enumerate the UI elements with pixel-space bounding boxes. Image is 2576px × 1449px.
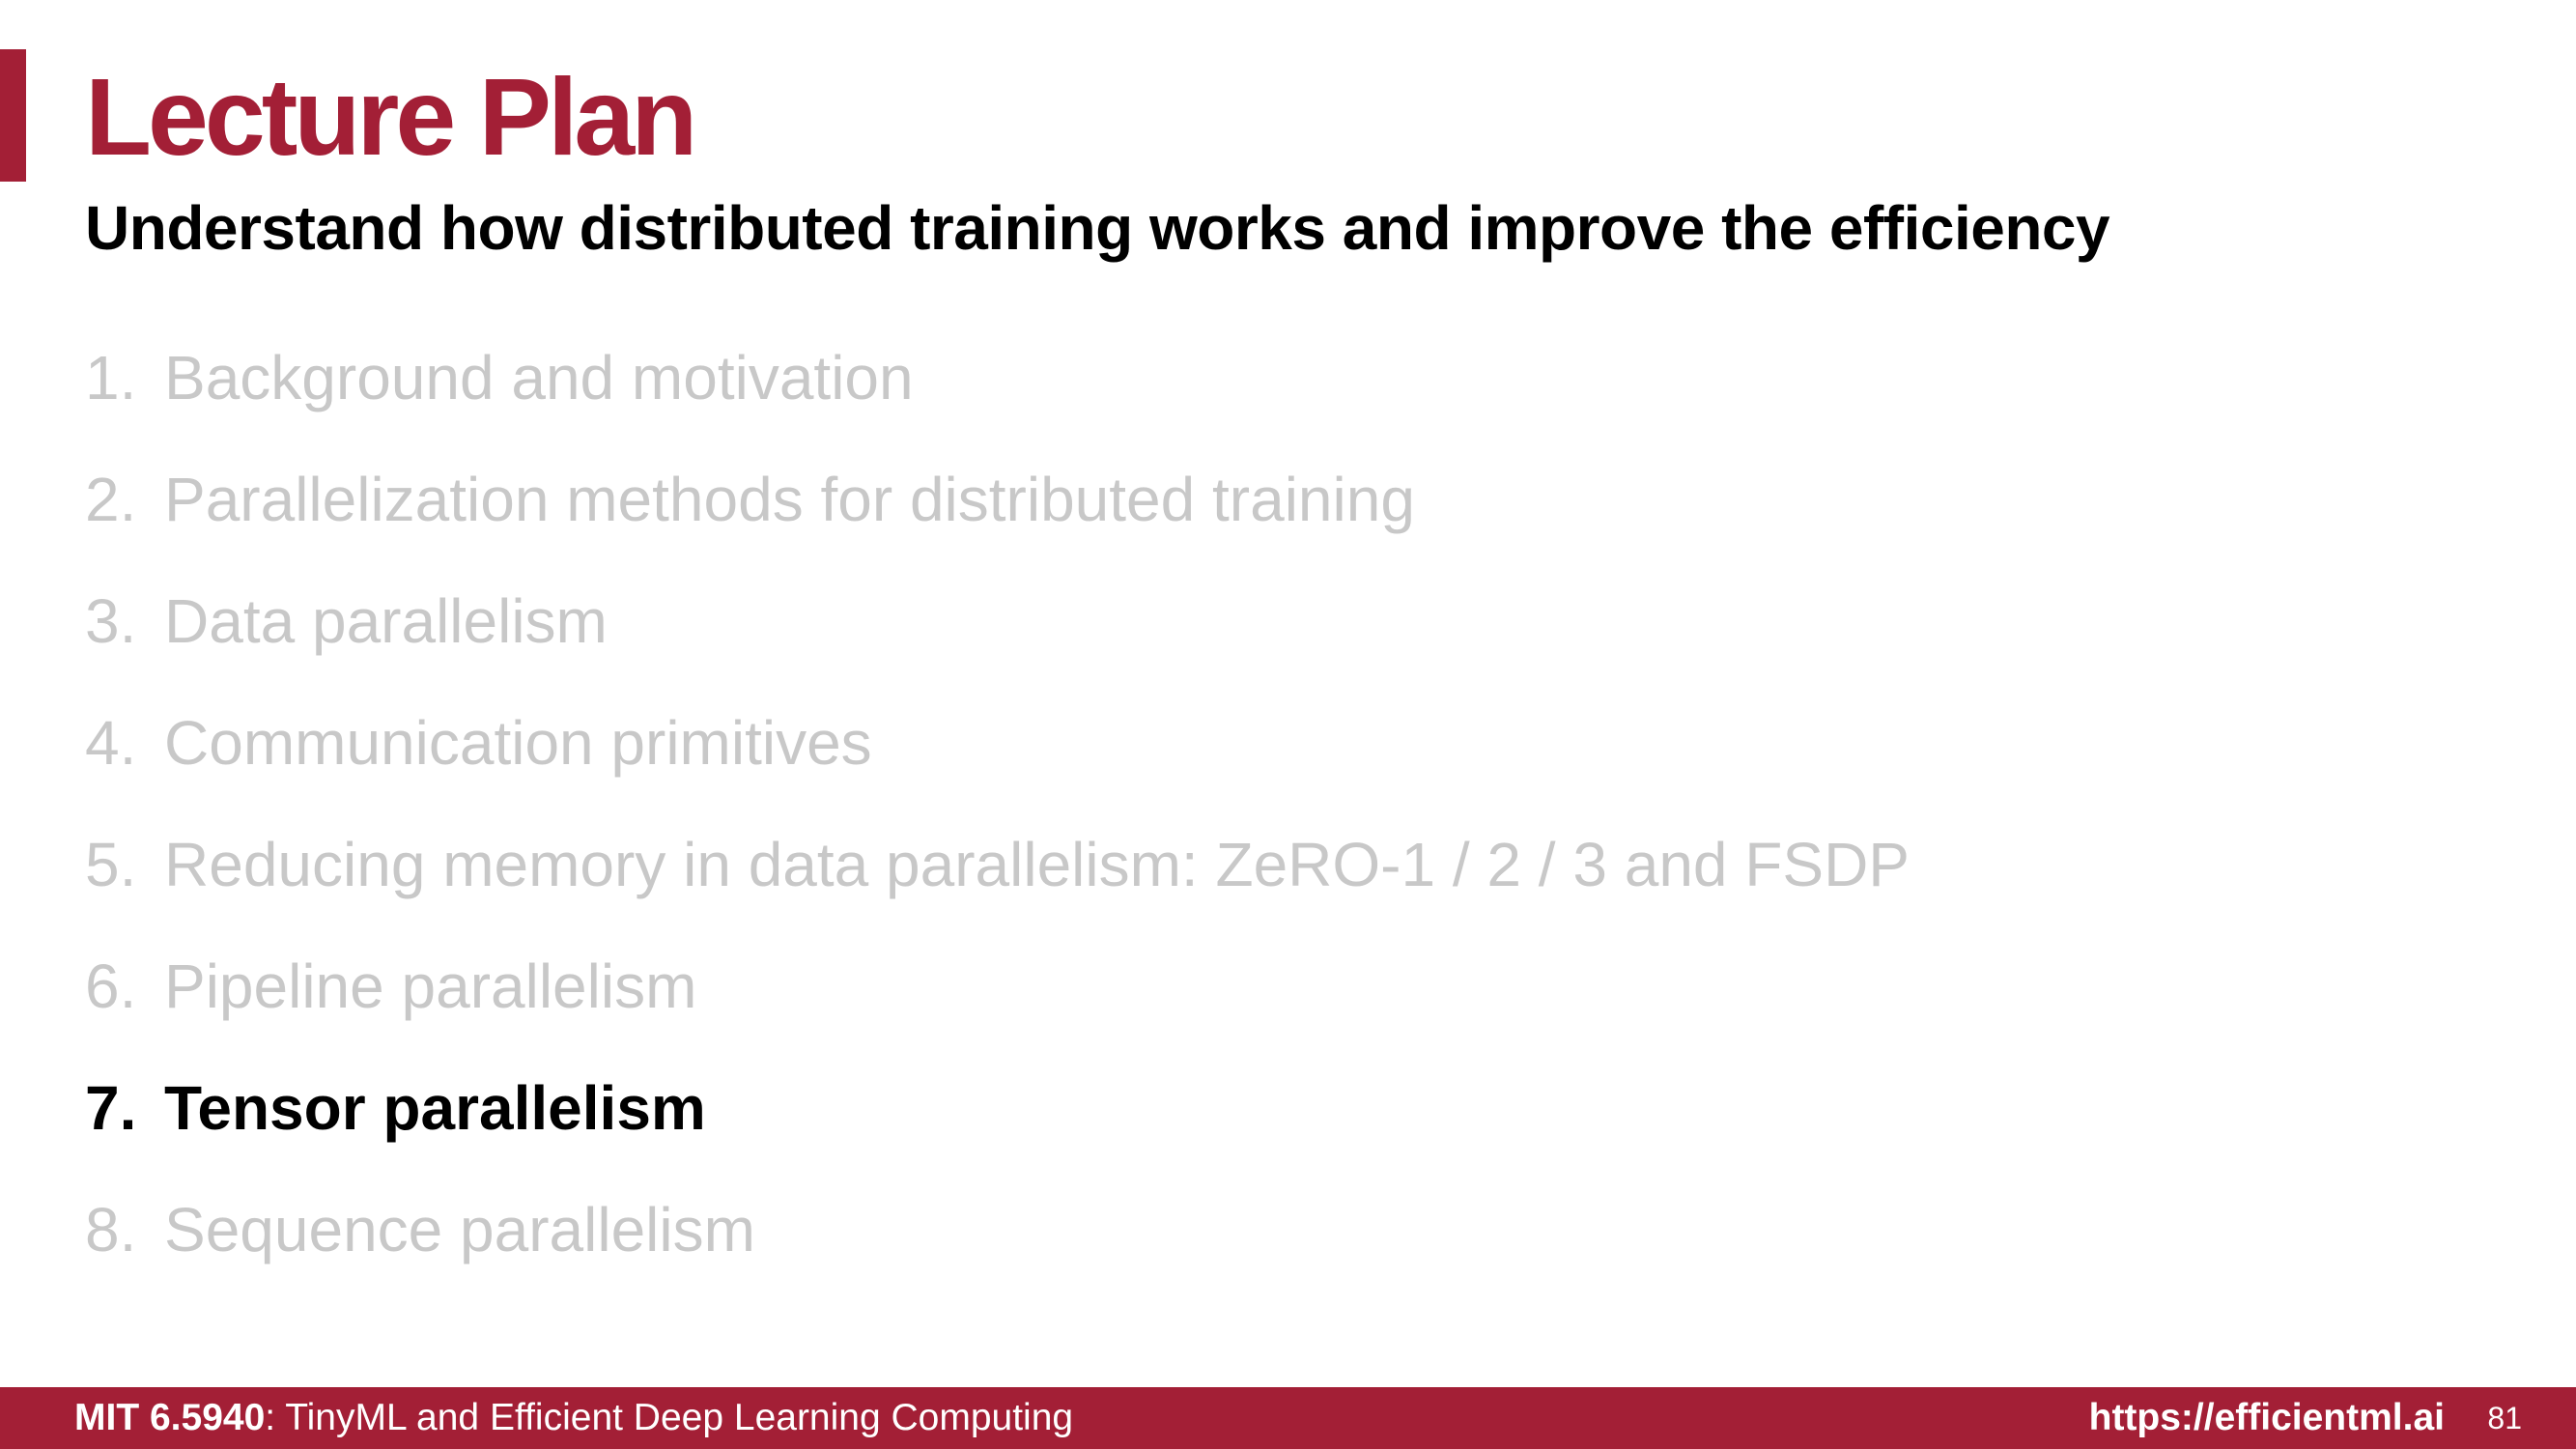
plan-item-number: 6. [85,952,137,1021]
page-number: 81 [2487,1401,2522,1435]
slide-subtitle: Understand how distributed training work… [85,193,2110,263]
course-name: : TinyML and Efficient Deep Learning Com… [265,1397,1074,1438]
plan-item-text: Tensor parallelism [164,1073,706,1143]
plan-item-2: 2. Parallelization methods for distribut… [85,439,1910,560]
plan-item-number: 7. [85,1073,137,1143]
course-website-link[interactable]: https://efficientml.ai [2089,1387,2445,1449]
plan-item-text: Data parallelism [164,586,608,656]
footer-bar: MIT 6.5940: TinyML and Efficient Deep Le… [0,1387,2576,1449]
plan-item-4: 4. Communication primitives [85,682,1910,804]
plan-item-number: 5. [85,830,137,899]
plan-item-text: Communication primitives [164,708,872,778]
footer-course: MIT 6.5940: TinyML and Efficient Deep Le… [74,1387,1073,1449]
course-code: MIT 6.5940 [74,1397,266,1438]
plan-item-3: 3. Data parallelism [85,560,1910,682]
plan-item-number: 2. [85,465,137,534]
slide-title: Lecture Plan [85,56,697,178]
plan-item-text: Background and motivation [164,343,914,412]
plan-item-text: Sequence parallelism [164,1195,755,1264]
plan-item-8: 8. Sequence parallelism [85,1169,1910,1291]
plan-item-6: 6. Pipeline parallelism [85,925,1910,1047]
plan-item-number: 4. [85,708,137,778]
plan-item-5: 5. Reducing memory in data parallelism: … [85,804,1910,925]
plan-item-number: 3. [85,586,137,656]
plan-item-7: 7. Tensor parallelism [85,1047,1910,1169]
plan-item-number: 1. [85,343,137,412]
title-accent-bar [0,49,26,182]
plan-item-text: Parallelization methods for distributed … [164,465,1415,534]
plan-item-text: Reducing memory in data parallelism: ZeR… [164,830,1910,899]
plan-item-1: 1. Background and motivation [85,317,1910,439]
plan-item-text: Pipeline parallelism [164,952,697,1021]
plan-item-number: 8. [85,1195,137,1264]
lecture-plan-list: 1. Background and motivation 2. Parallel… [85,317,1910,1291]
